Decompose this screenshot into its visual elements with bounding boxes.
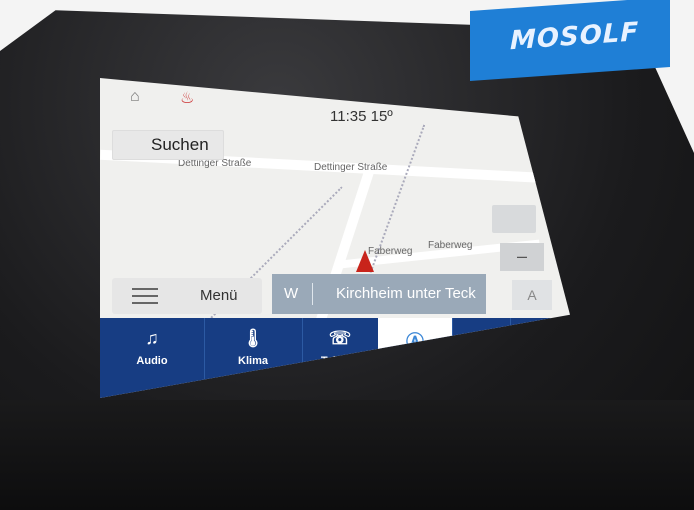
tab-label: Navigation	[386, 360, 444, 372]
divider	[312, 283, 313, 305]
tab-audio[interactable]: ♫ Audio	[100, 318, 205, 398]
clock: 11:35	[330, 108, 367, 125]
temperature: 15º	[370, 108, 393, 125]
thermometer-icon: 🌡	[241, 328, 265, 348]
vehicle-position-arrow-icon	[356, 250, 374, 272]
status-time-temperature: 11:35 15º	[330, 108, 393, 125]
lower-dashboard	[0, 400, 694, 510]
tab-einstellungen[interactable]: ☰ Einstellungen	[510, 318, 570, 398]
street-label: Faberweg	[428, 240, 473, 251]
tab-label: Klima	[238, 355, 268, 367]
tab-telefon[interactable]: ☏ Telefon	[302, 318, 379, 398]
street-label: Dettinger Straße	[314, 162, 388, 173]
hamburger-icon	[132, 288, 158, 304]
menu-button[interactable]: Menü	[112, 278, 262, 314]
heated-seat-icon[interactable]: ♨	[180, 88, 194, 108]
settings-sliders-icon: ☰	[531, 328, 549, 348]
tab-label: Einstellungen	[510, 355, 570, 367]
street-label: Faberweg	[368, 246, 413, 257]
phone-icon: ☏	[328, 328, 352, 348]
tab-label: Audio	[136, 355, 168, 367]
compass-button[interactable]: A	[512, 280, 552, 310]
photo: MOSOLF Dettinger Straße Dettinger Straße…	[0, 0, 694, 510]
destination-city: Kirchheim unter Teck	[336, 285, 476, 302]
banner-text: MOSOLF	[510, 17, 640, 57]
music-note-icon: ♫	[145, 328, 159, 348]
navigation-icon: Ⓐ	[406, 332, 424, 352]
tab-klima[interactable]: 🌡 Klima	[204, 318, 303, 398]
tab-apps[interactable]: ▦ Apps	[452, 318, 511, 398]
home-icon[interactable]: ⌂	[130, 88, 140, 106]
apps-grid-icon: ▦	[472, 328, 490, 348]
tab-label: Apps	[467, 355, 495, 367]
search-button[interactable]: Suchen	[112, 130, 224, 160]
zoom-in-button[interactable]	[492, 205, 536, 233]
zoom-out-button[interactable]: –	[500, 243, 544, 271]
bottom-nav-bar: ♫ Audio 🌡 Klima ☏ Telefon Ⓐ Navigation ▦	[100, 318, 570, 398]
heading-direction: W	[284, 285, 299, 302]
tab-label: Telefon	[320, 355, 360, 367]
tab-navigation[interactable]: Ⓐ Navigation	[378, 318, 453, 398]
menu-label: Menü	[200, 287, 238, 304]
mosolf-banner: MOSOLF	[470, 0, 670, 81]
infotainment-screen: Dettinger Straße Dettinger Straße Faberw…	[100, 78, 570, 398]
screen-content: Dettinger Straße Dettinger Straße Faberw…	[100, 78, 570, 398]
destination-bar[interactable]: W Kirchheim unter Teck	[272, 274, 486, 314]
